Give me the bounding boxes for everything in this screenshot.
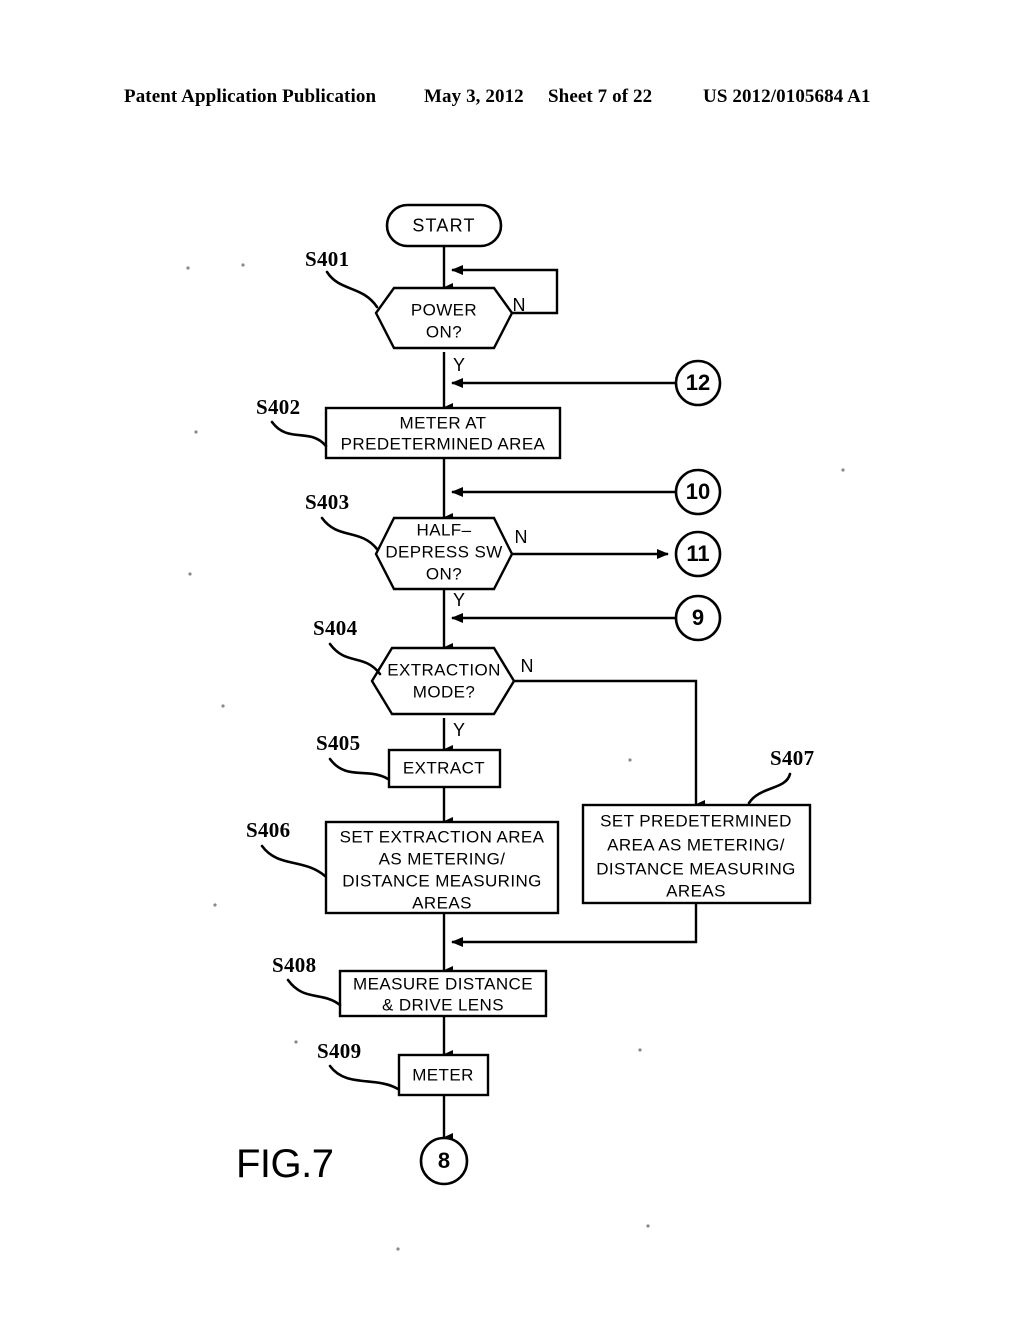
node-s403-line2: DEPRESS SW [385, 542, 502, 561]
node-s407: SET PREDETERMINED AREA AS METERING/ DIST… [581, 803, 812, 905]
scan-speck [188, 572, 192, 576]
step-ref-s405-label: S405 [316, 731, 360, 755]
node-s404: EXTRACTION MODE? [370, 646, 516, 716]
step-ref-s401: S401 [305, 247, 379, 309]
node-s406-line2: AS METERING/ [379, 849, 506, 868]
connector-9-label: 9 [692, 605, 704, 630]
branch-label-s404-yes: Y [453, 720, 465, 740]
node-start-label: START [412, 215, 475, 235]
branch-label-s404-no: N [521, 656, 534, 676]
scan-speck [294, 1040, 298, 1044]
branch-label-s403-yes: Y [453, 590, 465, 610]
node-s403: HALF– DEPRESS SW ON? [374, 516, 514, 591]
scan-speck [194, 430, 198, 434]
step-ref-s403: S403 [305, 490, 379, 551]
step-ref-s408-label: S408 [272, 953, 316, 977]
branch-label-s403-no: N [515, 527, 528, 547]
node-s403-line3: ON? [426, 564, 462, 583]
node-start: START [385, 203, 503, 248]
connector-10: 10 [674, 468, 722, 516]
connector-9: 9 [674, 594, 722, 642]
scan-speck [841, 468, 845, 472]
node-s409: METER [397, 1053, 490, 1097]
step-ref-s404-label: S404 [313, 616, 358, 640]
scan-speck [638, 1048, 642, 1052]
node-s405: EXTRACT [387, 748, 502, 789]
node-s406: SET EXTRACTION AREA AS METERING/ DISTANC… [324, 820, 560, 915]
node-s405-label: EXTRACT [403, 758, 485, 777]
edge-s404-no-to-s407 [512, 679, 705, 810]
node-s402: METER AT PREDETERMINED AREA [324, 406, 562, 460]
scan-speck [221, 704, 225, 708]
node-s408-line1: MEASURE DISTANCE [353, 974, 533, 993]
connector-10-label: 10 [686, 479, 710, 504]
branch-label-s401-no: N [513, 295, 526, 315]
node-s403-line1: HALF– [417, 520, 472, 539]
scan-speck [213, 903, 217, 907]
scan-speck [628, 758, 632, 762]
node-s402-line2: PREDETERMINED AREA [341, 434, 546, 453]
branch-label-s401-yes: Y [453, 355, 465, 375]
node-s406-line1: SET EXTRACTION AREA [340, 827, 545, 846]
scan-speck [241, 263, 245, 267]
scan-speck [396, 1247, 400, 1251]
step-ref-s403-label: S403 [305, 490, 349, 514]
node-s407-line2: AREA AS METERING/ [607, 835, 785, 854]
flowchart-figure: START POWER ON? METER AT PREDETERMINED A… [186, 203, 845, 1251]
step-ref-s404: S404 [313, 616, 382, 676]
scan-speck [186, 266, 190, 270]
node-s401-line1: POWER [411, 300, 477, 319]
step-ref-s406: S406 [246, 818, 327, 878]
connector-8-label: 8 [438, 1148, 450, 1173]
step-ref-s402-label: S402 [256, 395, 300, 419]
figure-caption: FIG.7 [236, 1142, 334, 1186]
node-s407-line3: DISTANCE MEASURING [596, 859, 796, 878]
node-s402-line1: METER AT [400, 413, 487, 432]
connector-11: 11 [674, 530, 722, 578]
node-s404-line1: EXTRACTION [387, 660, 501, 679]
node-s404-line2: MODE? [413, 682, 475, 701]
node-s406-line3: DISTANCE MEASURING [342, 871, 542, 890]
step-ref-s407: S407 [747, 746, 814, 805]
node-s407-line1: SET PREDETERMINED [600, 811, 792, 830]
connector-12-label: 12 [686, 370, 710, 395]
step-ref-s407-label: S407 [770, 746, 814, 770]
step-ref-s408: S408 [272, 953, 342, 1007]
node-s409-label: METER [412, 1065, 474, 1084]
connector-8: 8 [419, 1136, 469, 1186]
step-ref-s405: S405 [316, 731, 390, 781]
node-s401: POWER ON? [374, 286, 514, 350]
node-s408-line2: & DRIVE LENS [382, 995, 504, 1014]
connector-12: 12 [674, 359, 722, 407]
connector-11-label: 11 [686, 541, 709, 566]
step-ref-s401-label: S401 [305, 247, 349, 271]
step-ref-s402: S402 [256, 395, 328, 448]
scan-speck [646, 1224, 650, 1228]
node-s407-line4: AREAS [666, 881, 726, 900]
step-ref-s409-label: S409 [317, 1039, 361, 1063]
step-ref-s406-label: S406 [246, 818, 290, 842]
node-s406-line4: AREAS [412, 893, 472, 912]
node-s408: MEASURE DISTANCE & DRIVE LENS [338, 969, 548, 1018]
node-s401-line2: ON? [426, 322, 462, 341]
step-ref-s409: S409 [317, 1039, 400, 1091]
